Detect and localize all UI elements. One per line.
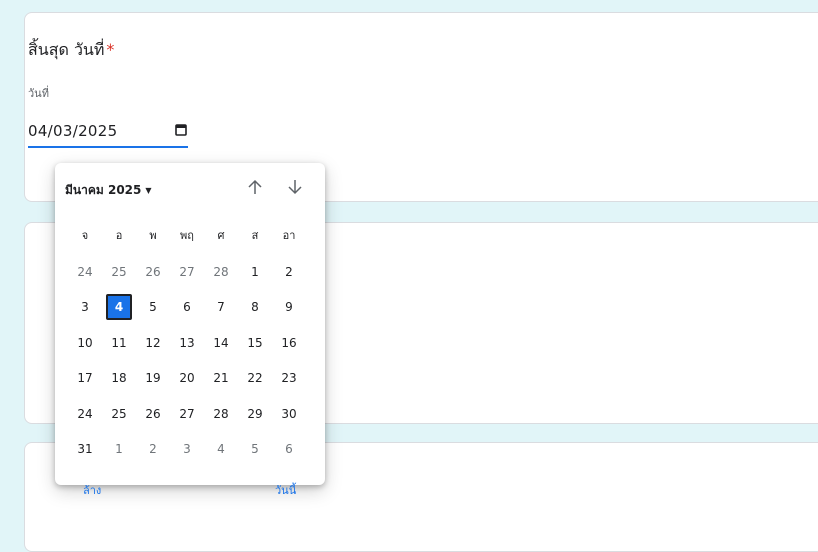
previous-month-button[interactable] [243,175,267,199]
month-year-label: มีนาคม 2025 [65,183,142,197]
calendar-day[interactable]: 17 [72,365,98,391]
weekday-header: พ [149,229,157,242]
arrow-up-icon [248,179,262,194]
calendar-day[interactable]: 4 [208,436,234,462]
calendar-day[interactable]: 24 [72,259,98,285]
calendar-day[interactable]: 11 [106,330,132,356]
calendar-day[interactable]: 25 [106,401,132,427]
calendar-day[interactable]: 25 [106,259,132,285]
calendar-day[interactable]: 21 [208,365,234,391]
calendar-day[interactable]: 2 [276,259,302,285]
arrow-down-icon [288,180,302,195]
calendar-day[interactable]: 27 [174,259,200,285]
calendar-day[interactable]: 28 [208,259,234,285]
calendar-day[interactable]: 5 [242,436,268,462]
calendar-day[interactable]: 15 [242,330,268,356]
datepicker-popup: มีนาคม 2025 ▼ จอพพฤศสอา 24 25 26 27 28 1 2 3 4 5 6 7… [55,163,325,497]
calendar-day[interactable]: 5 [140,294,166,320]
calendar-day[interactable]: 9 [276,294,302,320]
calendar-day[interactable]: 14 [208,330,234,356]
weekday-header: ศ [217,229,225,242]
calendar-day[interactable]: 28 [208,401,234,427]
calendar-day[interactable]: 10 [72,330,98,356]
calendar-day[interactable]: 31 [72,436,98,462]
calendar-day[interactable]: 6 [174,294,200,320]
date-input[interactable]: 04/03/2025 [28,118,188,148]
weekday-header: อา [282,229,296,242]
calendar-day[interactable]: 26 [140,401,166,427]
calendar-day[interactable]: 23 [276,365,302,391]
date-label: วันที่ [28,87,49,100]
calendar-day[interactable]: 18 [106,365,132,391]
calendar-day[interactable]: 24 [72,401,98,427]
calendar-day[interactable]: 6 [276,436,302,462]
calendar-day[interactable]: 30 [276,401,302,427]
calendar-day[interactable]: 19 [140,365,166,391]
weekday-header: พฤ [180,229,194,242]
calendar-day[interactable]: 3 [72,294,98,320]
weekday-header: จ [81,229,89,242]
calendar-day[interactable]: 12 [140,330,166,356]
caret-down-icon: ▼ [145,186,152,195]
calendar-day[interactable]: 13 [174,330,200,356]
calendar-day[interactable]: 22 [242,365,268,391]
calendar-day[interactable]: 27 [174,401,200,427]
clear-button[interactable]: ล้าง [83,481,101,499]
weekday-header: ส [251,229,259,242]
calendar-day[interactable]: 8 [242,294,268,320]
month-year-dropdown[interactable]: มีนาคม 2025 ▼ [65,181,152,200]
question-title: สิ้นสุด วันที่ * [28,38,114,63]
calendar-day[interactable]: 3 [174,436,200,462]
calendar-day[interactable]: 20 [174,365,200,391]
required-asterisk: * [106,40,115,59]
calendar-day[interactable]: 1 [242,259,268,285]
question-title-text: สิ้นสุด วันที่ [28,40,105,59]
date-value: 04/03/2025 [28,122,118,140]
calendar-day[interactable]: 2 [140,436,166,462]
calendar-day[interactable]: 29 [242,401,268,427]
calendar-day[interactable]: 26 [140,259,166,285]
calendar-icon[interactable] [174,123,188,137]
weekday-header: อ [115,229,123,242]
today-button[interactable]: วันนี้ [275,481,296,499]
next-month-button[interactable] [283,175,307,199]
calendar-day[interactable]: 7 [208,294,234,320]
calendar-day[interactable]: 1 [106,436,132,462]
calendar-day[interactable]: 16 [276,330,302,356]
selected-day[interactable]: 4 [106,294,132,320]
